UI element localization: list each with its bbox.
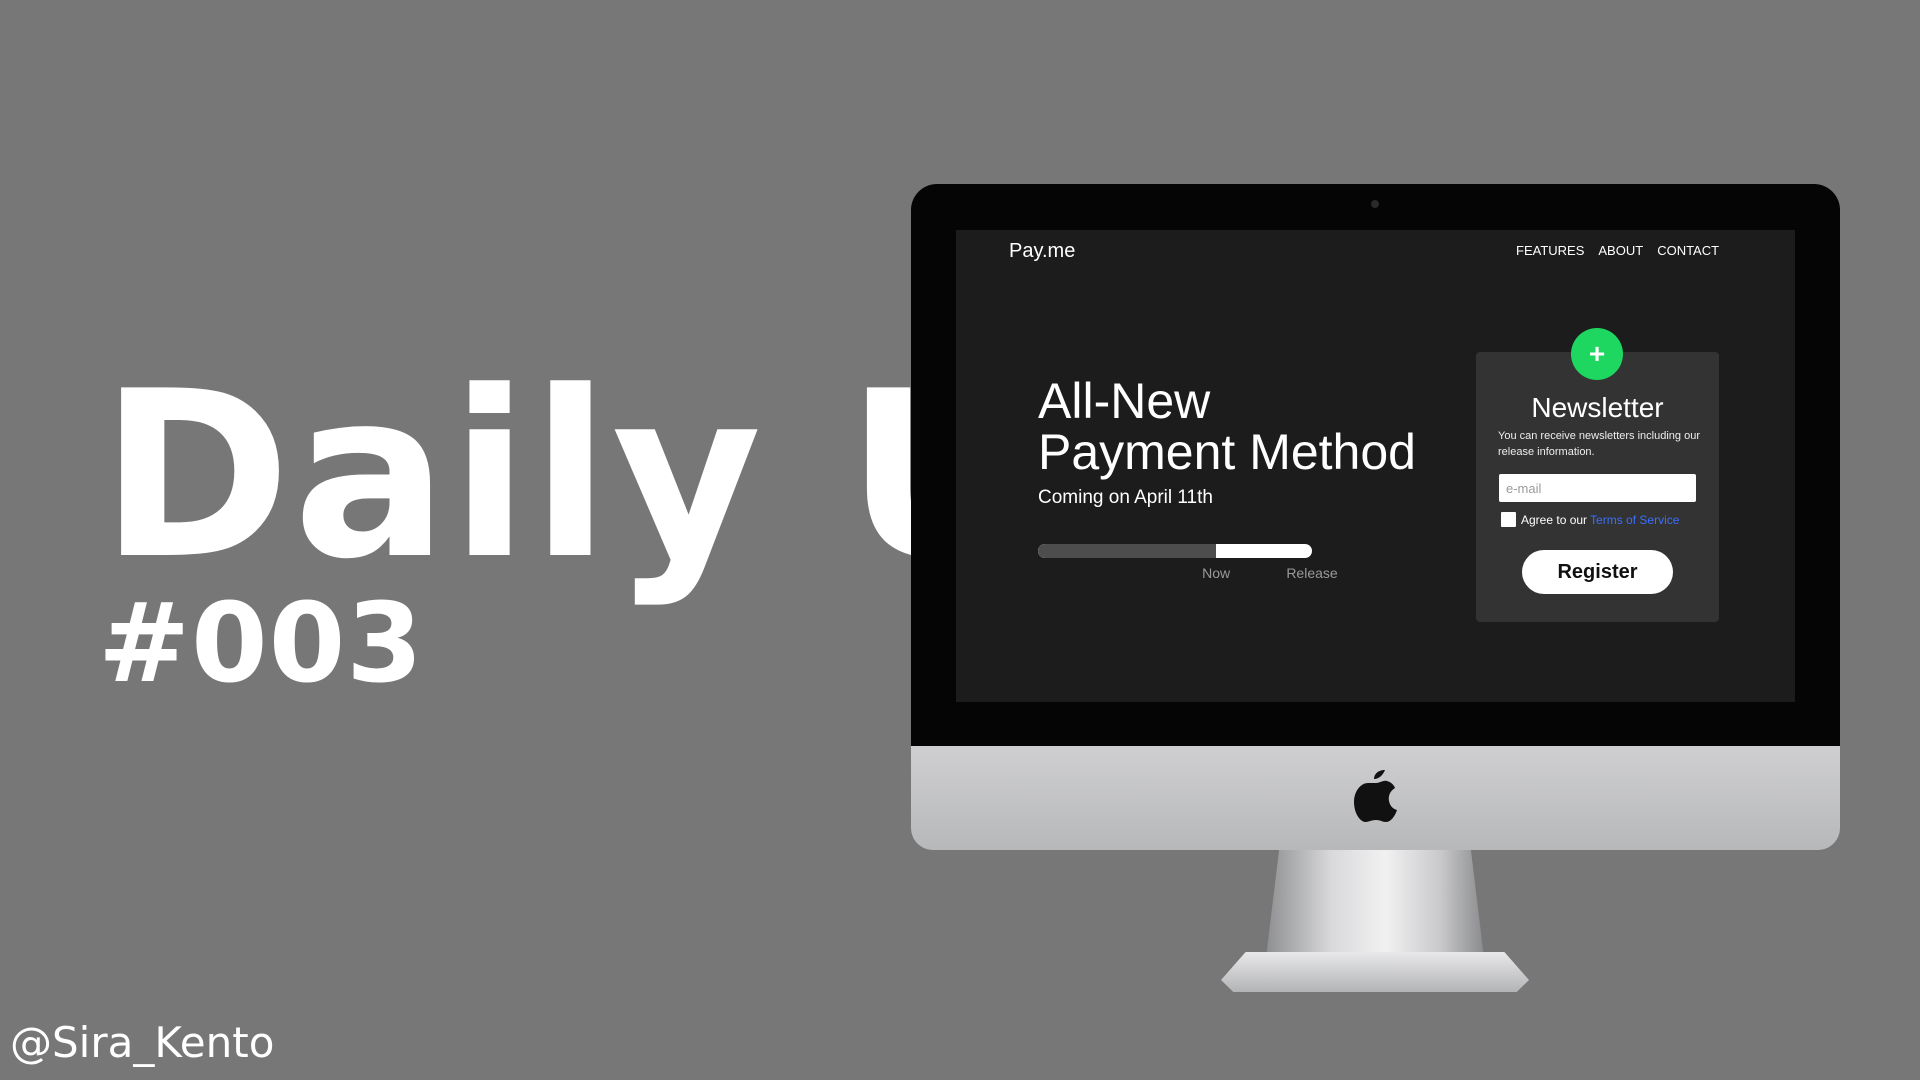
- brand-logo[interactable]: Pay.me: [1009, 240, 1075, 263]
- terms-of-service-link[interactable]: Terms of Service: [1590, 513, 1679, 527]
- hero-title: All-New Payment Method: [1038, 376, 1416, 478]
- plus-icon[interactable]: +: [1571, 328, 1623, 380]
- imac-stand-foot: [1221, 952, 1529, 992]
- hero-subtitle: Coming on April 11th: [1038, 487, 1213, 508]
- progress-label-now: Now: [1202, 565, 1231, 581]
- top-nav: FEATURES ABOUT CONTACT: [1516, 243, 1719, 258]
- newsletter-description: You can receive newsletters including ou…: [1498, 430, 1700, 458]
- newsletter-title: Newsletter: [1531, 392, 1664, 423]
- nav-contact[interactable]: CONTACT: [1657, 243, 1719, 258]
- author-handle: @Sira_Kento: [10, 1018, 275, 1067]
- camera-icon: [1371, 200, 1379, 208]
- email-field[interactable]: [1499, 474, 1696, 502]
- hero-title-line1: All-New: [1038, 373, 1211, 429]
- imac-stand-neck: [1266, 850, 1484, 958]
- register-button[interactable]: Register: [1522, 550, 1673, 594]
- progress-fill: [1038, 544, 1217, 558]
- agree-text: Agree to our: [1521, 512, 1588, 527]
- poster-number: #003: [98, 579, 424, 707]
- terms-agreement: Agree to our Terms of Service: [1501, 512, 1679, 527]
- nav-features[interactable]: FEATURES: [1516, 243, 1584, 258]
- progress-label-release: Release: [1286, 565, 1338, 581]
- apple-logo-icon: [1354, 770, 1397, 822]
- nav-about[interactable]: ABOUT: [1598, 243, 1643, 258]
- release-progress-bar: [1038, 544, 1312, 558]
- newsletter-card: Newsletter You can receive newsletters i…: [1476, 352, 1719, 622]
- terms-checkbox[interactable]: [1501, 512, 1516, 527]
- screen: Pay.me FEATURES ABOUT CONTACT All-New Pa…: [956, 230, 1795, 702]
- hero-title-line2: Payment Method: [1038, 424, 1416, 480]
